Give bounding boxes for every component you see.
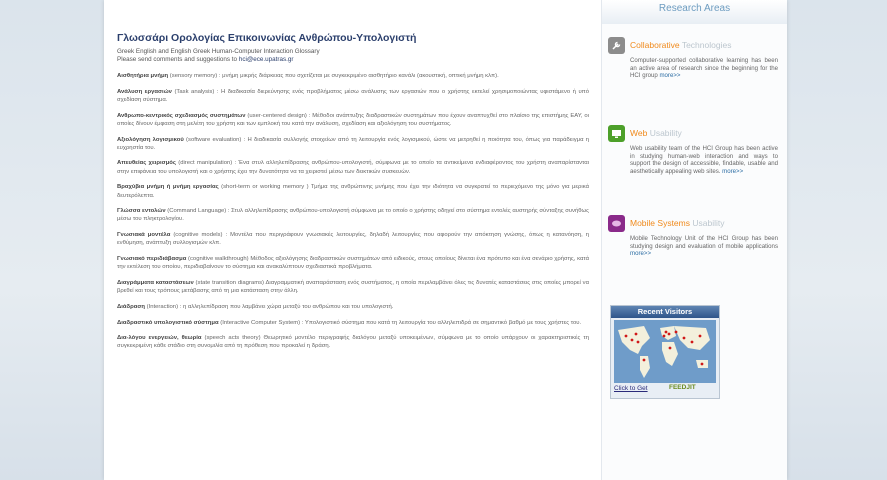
glossary-term: Ανθρωπο-κεντρικός σχεδιασμός συστημάτων (117, 112, 246, 119)
research-area-mobile: Mobile Systems Usability Mobile Technolo… (608, 214, 778, 258)
area-name-highlight: Mobile Systems (630, 218, 690, 228)
glossary-english: (cognitive walkthrough) (186, 256, 249, 263)
glossary-term: Διαγράμματα καταστάσεων (117, 279, 194, 286)
glossary-english: (state transition diagrams) (193, 279, 265, 286)
glossary-entry: Διαγράμματα καταστάσεων (state transitio… (117, 279, 589, 295)
glossary-entry: Αξιολόγηση λογισμικού (software evaluati… (117, 136, 589, 152)
glossary-term: Αισθητήρια μνήμη (117, 73, 169, 79)
area-name: Mobile Systems Usability (630, 218, 724, 228)
glossary-entry: Γνωσιακό περιδιάβασμα (cognitive walkthr… (117, 255, 589, 271)
glossary-entry: Διαδραστικό υπολογιστικό σύστημα (Intera… (117, 319, 589, 327)
recent-visitors-title: Recent Visitors (611, 306, 719, 318)
glossary-term: Διαδραστικό υπολογιστικό σύστημα (117, 319, 219, 326)
area-name-rest: Usability (690, 218, 725, 228)
glossary-entry: Ανθρωπο-κεντρικός σχεδιασμός συστημάτων … (117, 112, 589, 128)
glossary-english: (Interaction) (144, 303, 179, 310)
glossary-definition: : μνήμη μικρής διάρκειας που σχετίζεται … (217, 73, 499, 79)
page-title: Γλωσσάρι Ορολογίας Επικοινωνίας Ανθρώπου… (117, 32, 417, 44)
glossary-term: Απευθείας χειρισμός (117, 160, 176, 167)
glossary-term: Ανάλυση εργασιών (117, 88, 172, 95)
page-subtitle: Greek English and English Greek Human-Co… (117, 48, 320, 55)
contact-email-link[interactable]: hci@ece.upatras.gr (239, 56, 294, 63)
page-background-left (0, 0, 104, 480)
glossary-entry: Βραχύβια μνήμη ή μνήμη εργασίας (short-t… (117, 183, 589, 199)
glossary-term: Γλώσσα εντολών (117, 208, 166, 215)
mobile-icon (608, 214, 625, 232)
glossary-definition: : η αλληλεπίδραση που λαμβάνει χώρα μετα… (178, 303, 394, 310)
glossary-term: Διάδραση (117, 303, 145, 310)
glossary-english: (cognitive models) (170, 232, 223, 239)
glossary-term: Γνωσιακό περιδιάβασμα (117, 256, 187, 263)
area-title[interactable]: Web Usability (608, 124, 778, 142)
page-background-right (787, 0, 887, 480)
area-name-highlight: Collaborative (630, 40, 680, 50)
glossary-term: Δια-λόγου ενεργειών, θεωρία (117, 335, 202, 342)
wrench-icon (608, 36, 625, 54)
glossary-entry: Ανάλυση εργασιών (Task analysis) : Η δια… (117, 88, 589, 104)
area-name-rest: Technologies (679, 40, 732, 50)
contact-line: Please send comments and suggestions to … (117, 56, 589, 64)
area-description-text: Mobile Technology Unit of the HCI Group … (630, 235, 778, 250)
intro-block: Greek English and English Greek Human-Co… (117, 48, 589, 64)
glossary-entry: Αισθητήρια μνήμη (sensory memory) : μνήμ… (117, 72, 589, 80)
glossary-entry: Απευθείας χειρισμός (direct manipulation… (117, 159, 589, 175)
glossary-entry: Γνωσιακά μοντέλα (cognitive models) : Μο… (117, 231, 589, 247)
area-title[interactable]: Mobile Systems Usability (608, 214, 778, 232)
area-name: Web Usability (630, 128, 682, 138)
page-container: Γλωσσάρι Ορολογίας Επικοινωνίας Ανθρώπου… (104, 0, 787, 480)
glossary-entry: Δια-λόγου ενεργειών, θεωρία (speech acts… (117, 334, 589, 350)
feedjit-logo[interactable]: FEEDJIT (669, 384, 696, 391)
world-map-image[interactable] (614, 320, 716, 383)
area-description-text: Web usability team of the HCI Group has … (630, 145, 778, 175)
area-description: Web usability team of the HCI Group has … (630, 145, 778, 175)
monitor-icon (608, 124, 625, 142)
glossary-english: (sensory memory) (168, 73, 218, 79)
click-to-get-link[interactable]: Click to Get (614, 385, 648, 392)
main-content: Γλωσσάρι Ορολογίας Επικοινωνίας Ανθρώπου… (104, 0, 601, 480)
more-link[interactable]: more>> (630, 250, 651, 257)
area-name-highlight: Web (630, 128, 648, 138)
sidebar-header: Research Areas (602, 0, 787, 24)
glossary-term: Βραχύβια μνήμη ή μνήμη εργασίας (117, 184, 219, 191)
glossary-english: (speech acts theory) (201, 335, 261, 342)
glossary-term: Αξιολόγηση λογισμικού (117, 136, 184, 143)
area-description-text: Computer-supported collaborative learnin… (630, 57, 778, 80)
area-description: Mobile Technology Unit of the HCI Group … (630, 235, 778, 258)
glossary-definition: : Υπολογιστικό σύστημα που κατά τη λειτο… (300, 319, 582, 326)
recent-visitors-widget[interactable]: Recent Visitors Click to Get FEEDJIT (610, 305, 720, 399)
glossary-list: Αισθητήρια μνήμη (sensory memory) : μνήμ… (117, 72, 589, 351)
area-description: Computer-supported collaborative learnin… (630, 57, 778, 80)
glossary-english: (software evaluation) (183, 136, 242, 143)
area-title[interactable]: Collaborative Technologies (608, 36, 778, 54)
more-link[interactable]: more>> (722, 168, 743, 175)
glossary-english: (Command Language) (165, 208, 227, 215)
glossary-english: (Interactive Computer System) (218, 319, 301, 326)
glossary-english: (short-term or working memory ) (218, 184, 309, 191)
sidebar: Research Areas Collaborative Technologie… (601, 0, 787, 480)
glossary-english: (user-centered design) (245, 112, 307, 119)
glossary-english: (Task analysis) (171, 88, 215, 95)
contact-text: Please send comments and suggestions to (117, 56, 239, 63)
glossary-entry: Διάδραση (Interaction) : η αλληλεπίδραση… (117, 303, 589, 311)
glossary-entry: Γλώσσα εντολών (Command Language) : Στυλ… (117, 207, 589, 223)
research-area-collaborative: Collaborative Technologies Computer-supp… (608, 36, 778, 80)
research-area-web: Web Usability Web usability team of the … (608, 124, 778, 175)
area-name: Collaborative Technologies (630, 40, 731, 50)
glossary-term: Γνωσιακά μοντέλα (117, 232, 171, 239)
area-name-rest: Usability (647, 128, 682, 138)
glossary-english: (direct manipulation) (175, 160, 233, 167)
more-link[interactable]: more>> (659, 72, 680, 79)
